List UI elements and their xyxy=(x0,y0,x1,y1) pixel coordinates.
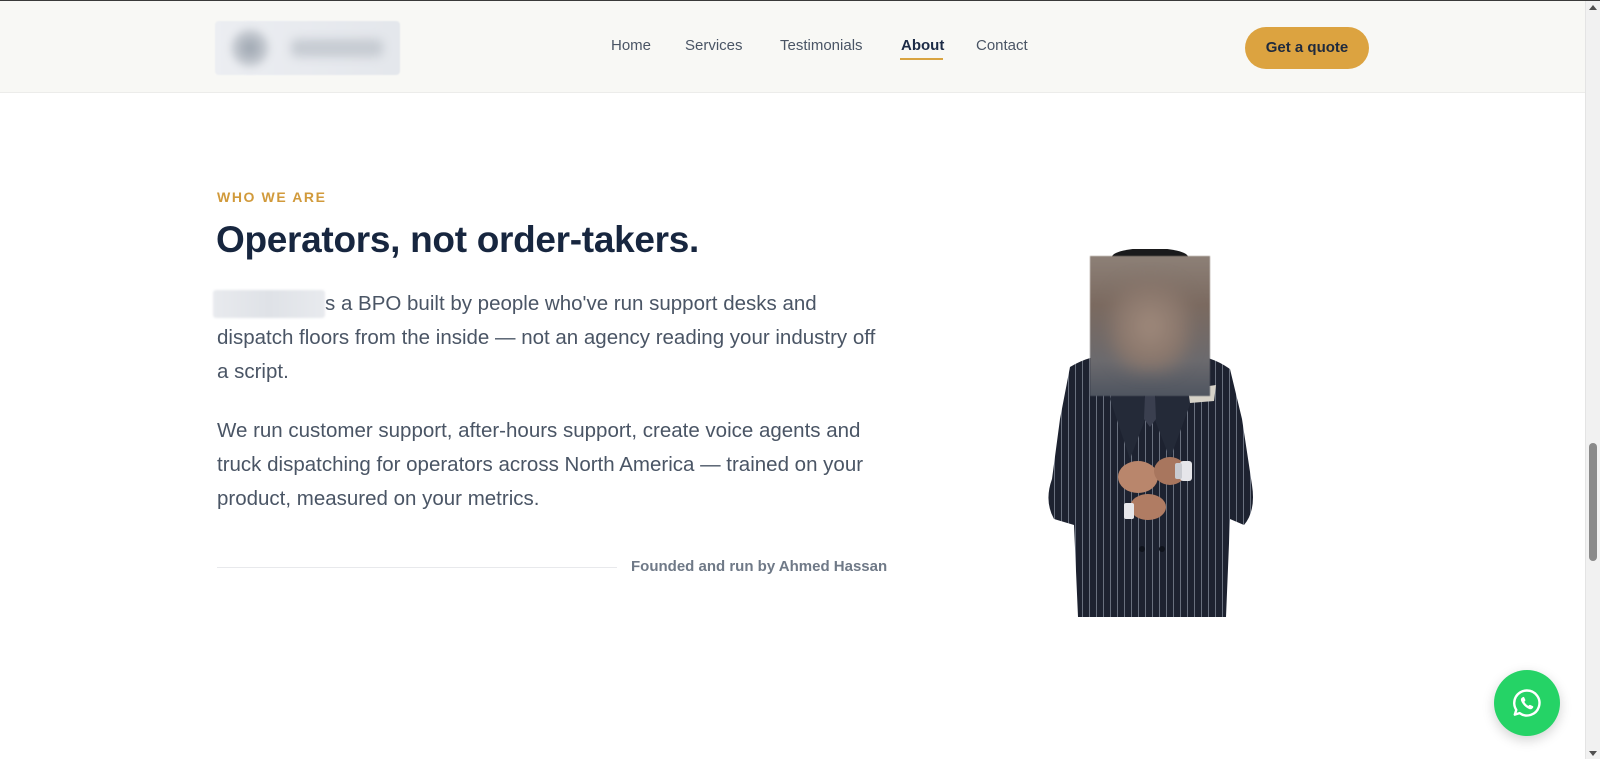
nav-contact[interactable]: Contact xyxy=(976,37,1028,54)
redacted-company-name xyxy=(213,290,325,318)
nav-services[interactable]: Services xyxy=(685,37,743,54)
scroll-up-arrow-icon[interactable] xyxy=(1589,5,1597,10)
nav-home[interactable]: Home xyxy=(611,37,651,54)
founder-note: Founded and run by Ahmed Hassan xyxy=(631,558,888,575)
whatsapp-chat-button[interactable] xyxy=(1494,670,1560,736)
section-eyebrow: WHO WE ARE xyxy=(217,189,327,205)
page-scrollbar[interactable] xyxy=(1585,1,1600,759)
scroll-down-arrow-icon[interactable] xyxy=(1589,751,1597,756)
page: Home Services Testimonials About Contact… xyxy=(0,0,1600,759)
whatsapp-icon xyxy=(1513,689,1541,717)
face-privacy-blur xyxy=(1090,256,1210,396)
about-paragraph-2: We run customer support, after-hours sup… xyxy=(217,419,864,510)
nav-about[interactable]: About xyxy=(901,37,944,54)
nav-testimonials[interactable]: Testimonials xyxy=(780,37,863,54)
site-header: Home Services Testimonials About Contact… xyxy=(0,1,1585,93)
get-a-quote-button[interactable]: Get a quote xyxy=(1245,27,1369,69)
founder-divider xyxy=(217,567,617,568)
scroll-thumb[interactable] xyxy=(1589,443,1597,561)
about-paragraph-1: s a BPO built by people who've run suppo… xyxy=(213,287,889,389)
nav-active-indicator xyxy=(900,58,943,60)
section-headline: Operators, not order-takers. xyxy=(216,219,700,260)
